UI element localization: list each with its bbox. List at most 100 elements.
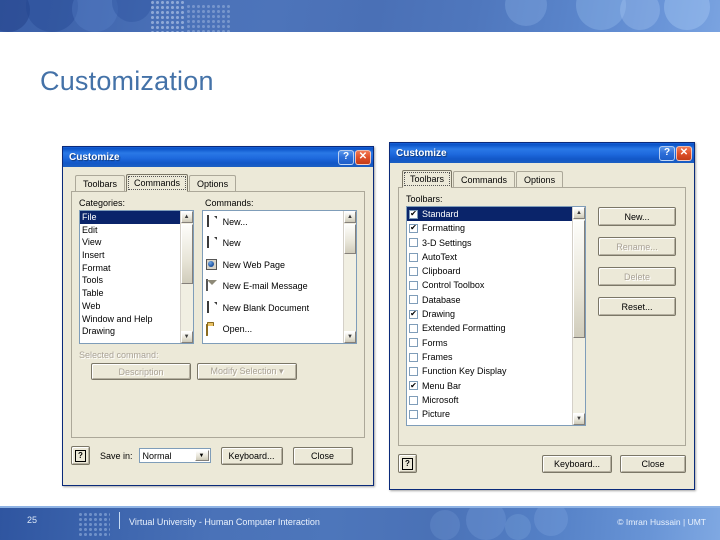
modify-selection-button[interactable]: Modify Selection ▾ — [197, 363, 297, 380]
keyboard-button[interactable]: Keyboard... — [542, 454, 612, 473]
list-item[interactable]: New E-mail Message — [203, 276, 343, 298]
help-icon[interactable]: ? — [338, 149, 354, 165]
rename-toolbar-button[interactable]: Rename... — [598, 237, 676, 256]
checkbox-unchecked[interactable] — [409, 295, 418, 305]
checkbox-unchecked[interactable] — [409, 366, 418, 376]
list-item-label: View — [82, 237, 102, 248]
help-icon[interactable]: ? — [659, 145, 675, 161]
scroll-down-icon[interactable]: ▼ — [573, 413, 585, 425]
scrollbar-thumb[interactable] — [573, 220, 585, 338]
list-item-label: New Web Page — [222, 259, 285, 270]
checkbox-unchecked[interactable] — [409, 409, 418, 419]
scrollbar-thumb[interactable] — [180, 224, 193, 284]
tab-toolbars[interactable]: Toolbars — [402, 170, 453, 188]
list-item[interactable]: Function Key Display — [407, 364, 572, 378]
scroll-up-icon[interactable]: ▲ — [573, 207, 585, 219]
help-icon[interactable]: ? — [398, 454, 417, 473]
delete-toolbar-button[interactable]: Delete — [598, 267, 676, 286]
tab-commands[interactable]: Commands — [453, 171, 516, 187]
save-in-label: Save in: — [100, 450, 133, 461]
chevron-down-icon[interactable]: ▼ — [194, 450, 209, 461]
categories-listbox[interactable]: File Edit View Insert Format Tools Table… — [79, 210, 194, 344]
list-item-label: Web — [82, 300, 101, 311]
scroll-down-icon[interactable]: ▼ — [344, 331, 356, 343]
checkbox-unchecked[interactable] — [409, 324, 418, 334]
tab-options[interactable]: Options — [516, 171, 564, 187]
list-item[interactable]: ✔ Menu Bar — [407, 379, 572, 393]
customize-dialog-toolbars[interactable]: Customize ? ✕ Toolbars Commands Options … — [389, 142, 695, 490]
list-item[interactable]: New — [203, 233, 343, 255]
list-item[interactable]: Edit — [80, 224, 180, 237]
scroll-down-icon[interactable]: ▼ — [180, 331, 193, 343]
list-item[interactable]: Picture — [407, 407, 572, 421]
scrollbar-thumb[interactable] — [344, 224, 356, 254]
list-item[interactable]: Drawing — [80, 325, 180, 338]
list-item[interactable]: New... — [203, 211, 343, 233]
commands-scrollbar[interactable]: ▲ ▼ — [343, 211, 356, 343]
list-item[interactable]: Microsoft — [407, 393, 572, 407]
list-item[interactable]: Open... — [203, 319, 343, 341]
list-item-label: Frames — [422, 351, 453, 362]
scroll-up-icon[interactable]: ▲ — [180, 211, 193, 223]
list-item[interactable]: Forms — [407, 336, 572, 350]
checkbox-unchecked[interactable] — [409, 281, 418, 291]
checkbox-unchecked[interactable] — [409, 238, 418, 248]
email-icon — [205, 279, 218, 292]
checkbox-checked[interactable]: ✔ — [409, 209, 418, 219]
tab-commands[interactable]: Commands — [126, 174, 189, 192]
list-item[interactable]: Control Toolbox — [407, 278, 572, 292]
list-item[interactable]: Web — [80, 300, 180, 313]
list-item[interactable]: ✔ Standard — [407, 207, 572, 222]
toolbars-panel: Toolbars: ✔ Standard ✔ Formatting 3-D Se… — [398, 188, 686, 446]
description-button[interactable]: Description — [91, 363, 191, 380]
list-item[interactable]: Extended Formatting — [407, 321, 572, 335]
new-toolbar-button[interactable]: New... — [598, 207, 676, 226]
list-item[interactable]: Database — [407, 293, 572, 307]
commands-listbox[interactable]: New... New New Web Page New E-mail Messa… — [201, 210, 357, 344]
checkbox-unchecked[interactable] — [409, 252, 418, 262]
categories-scrollbar[interactable]: ▲ ▼ — [179, 211, 193, 343]
toolbars-listbox[interactable]: ✔ Standard ✔ Formatting 3-D Settings Aut… — [406, 206, 586, 426]
dialog-titlebar: Customize ? ✕ — [390, 143, 694, 163]
checkbox-unchecked[interactable] — [409, 266, 418, 276]
checkbox-unchecked[interactable] — [409, 395, 418, 405]
close-icon[interactable]: ✕ — [676, 145, 692, 161]
list-item[interactable]: Window and Help — [80, 313, 180, 326]
footer-circle — [505, 514, 531, 540]
checkbox-checked[interactable]: ✔ — [409, 381, 418, 391]
list-item[interactable]: File — [80, 211, 180, 224]
list-item[interactable]: ✔ Formatting — [407, 221, 572, 235]
list-item[interactable]: 3-D Settings — [407, 236, 572, 250]
checkbox-unchecked[interactable] — [409, 338, 418, 348]
list-item[interactable]: View — [80, 236, 180, 249]
list-item[interactable]: Clipboard — [407, 264, 572, 278]
list-item[interactable]: Table — [80, 287, 180, 300]
slide-canvas: Customization Customize ? ✕ Toolbars Com… — [0, 0, 720, 540]
list-item[interactable]: Format — [80, 262, 180, 275]
list-item[interactable]: ✔ Drawing — [407, 307, 572, 321]
list-item-label: AutoText — [422, 251, 458, 262]
close-button[interactable]: Close — [292, 446, 353, 465]
toolbars-scrollbar[interactable]: ▲ ▼ — [572, 207, 585, 425]
checkbox-checked[interactable]: ✔ — [409, 309, 418, 319]
list-item-label: Clipboard — [422, 266, 461, 277]
tab-toolbars[interactable]: Toolbars — [75, 175, 126, 191]
list-item[interactable]: AutoText — [407, 250, 572, 264]
list-item[interactable]: New Web Page — [203, 254, 343, 276]
customize-dialog-commands[interactable]: Customize ? ✕ Toolbars Commands Options — [62, 146, 374, 486]
close-icon[interactable]: ✕ — [355, 149, 371, 165]
list-item[interactable]: Insert — [80, 249, 180, 262]
list-item[interactable]: New Blank Document — [203, 297, 343, 319]
tab-options[interactable]: Options — [189, 175, 237, 191]
list-item[interactable]: Frames — [407, 350, 572, 364]
save-in-select[interactable]: Normal ▼ — [138, 448, 211, 463]
checkbox-checked[interactable]: ✔ — [409, 223, 418, 233]
list-item[interactable]: Tools — [80, 274, 180, 287]
keyboard-button[interactable]: Keyboard... — [220, 446, 283, 465]
reset-toolbar-button[interactable]: Reset... — [598, 297, 676, 316]
scroll-up-icon[interactable]: ▲ — [344, 211, 356, 223]
list-item-label: New — [222, 238, 241, 249]
close-button[interactable]: Close — [620, 454, 686, 473]
help-icon[interactable]: ? — [71, 446, 90, 465]
checkbox-unchecked[interactable] — [409, 352, 418, 362]
